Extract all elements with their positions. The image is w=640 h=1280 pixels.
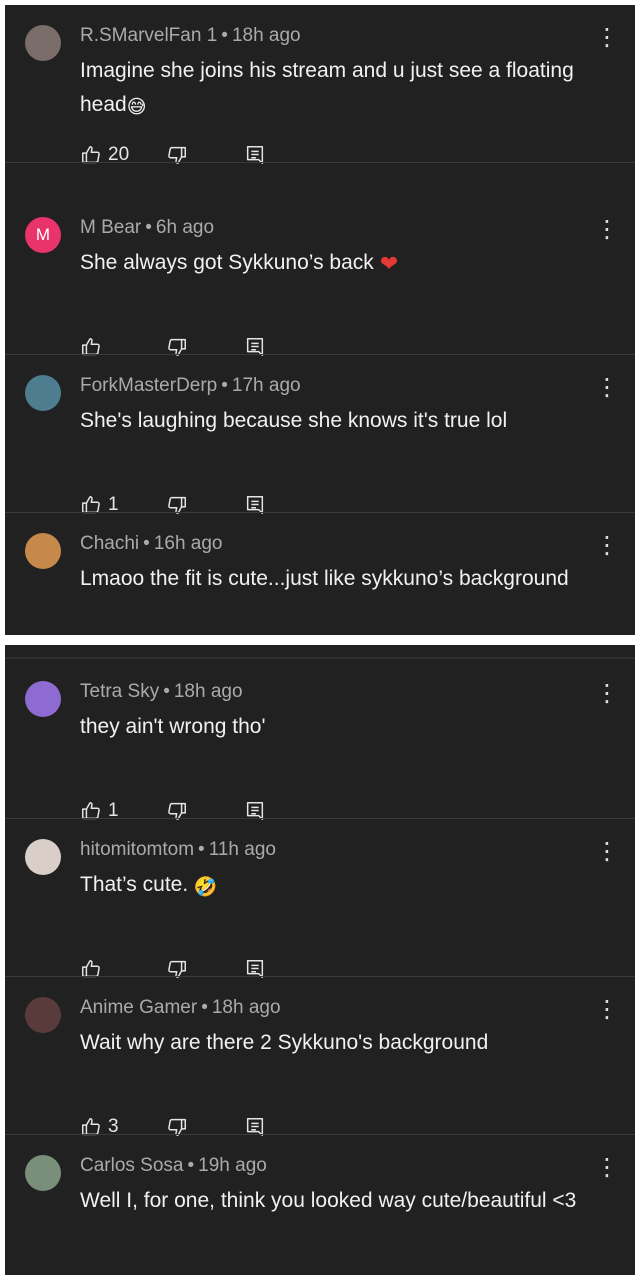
timestamp: 6h ago [155,217,215,238]
author-name[interactable]: ForkMasterDerp [80,375,217,396]
comment-item: hitomitomtom • 11h ago That’s cute. 🤣 ⋮ [5,819,635,978]
comment-meta: Carlos Sosa • 19h ago [80,1155,267,1177]
comment-meta: Anime Gamer • 18h ago [80,997,281,1019]
comment-body: Imagine she joins his stream and u just … [80,59,574,116]
comment-item: Chachi • 16h ago Lmaoo the fit is cute...j… [5,513,635,635]
meta-separator: • [198,839,205,860]
comment-meta: M Bear • 6h ago [80,217,214,239]
comment-text: She always got Sykkuno’s back ❤ [80,246,595,281]
dislike-button[interactable] [166,142,188,168]
comment-item: M M Bear • 6h ago She always got Sykkuno’s… [5,197,635,356]
comments-panel-bottom: Tetra Sky • 18h ago they ain't wrong tho' … [5,645,635,1275]
meta-separator: • [221,25,228,46]
more-vert-icon[interactable]: ⋮ [595,531,619,561]
comment-item: R.SMarvelFan 1 • 18h ago Imagine she joins… [5,5,635,165]
comment-meta: Tetra Sky • 18h ago [80,681,243,703]
avatar[interactable] [25,681,61,717]
comment-text: Well I, for one, think you looked way cu… [80,1184,595,1218]
author-name[interactable]: Tetra Sky [80,681,159,702]
comment-body: She's laughing because she knows it's tr… [80,409,508,432]
more-vert-icon[interactable]: ⋮ [595,995,619,1025]
timestamp: 16h ago [153,533,223,554]
comments-panel-top: R.SMarvelFan 1 • 18h ago Imagine she joins… [5,5,635,635]
comment-meta: R.SMarvelFan 1 • 18h ago [80,25,301,47]
like-button[interactable]: 20 [80,142,129,168]
author-name[interactable]: R.SMarvelFan 1 [80,25,217,46]
comment-text: Imagine she joins his stream and u just … [80,54,595,125]
avatar[interactable] [25,1155,61,1191]
timestamp: 18h ago [211,997,281,1018]
emoji: 🤣 [188,877,218,898]
comment-text: That’s cute. 🤣 [80,868,595,905]
comment-item: Tetra Sky • 18h ago they ain't wrong tho' … [5,661,635,821]
meta-separator: • [221,375,228,396]
author-name[interactable]: Carlos Sosa [80,1155,184,1176]
divider [5,657,635,659]
comment-item: Carlos Sosa • 19h ago Well I, for one, thi… [5,1135,635,1275]
timestamp: 18h ago [173,681,243,702]
divider [5,162,635,163]
avatar[interactable] [25,839,61,875]
emoji: 😅 [126,97,147,118]
avatar[interactable] [25,375,61,411]
more-vert-icon[interactable]: ⋮ [595,215,619,245]
comment-meta: Chachi • 16h ago [80,533,223,555]
avatar[interactable] [25,25,61,61]
comment-text: they ain't wrong tho' [80,710,595,744]
avatar[interactable]: M [25,217,61,253]
comment-item: ForkMasterDerp • 17h ago She's laughing be… [5,355,635,515]
more-vert-icon[interactable]: ⋮ [595,1153,619,1183]
comment-text: She's laughing because she knows it's tr… [80,404,595,438]
author-name[interactable]: M Bear [80,217,141,238]
meta-separator: • [163,681,170,702]
timestamp: 19h ago [198,1155,267,1176]
avatar[interactable] [25,997,61,1033]
comment-body: Wait why are there 2 Sykkuno's backgroun… [80,1031,489,1054]
more-vert-icon[interactable]: ⋮ [595,679,619,709]
author-name[interactable]: hitomitomtom [80,839,194,860]
avatar[interactable] [25,533,61,569]
reply-button[interactable] [244,142,266,168]
meta-separator: • [145,217,152,238]
comment-meta: hitomitomtom • 11h ago [80,839,276,861]
timestamp: 17h ago [231,375,301,396]
emoji: ❤ [373,251,399,276]
comment-body: Lmaoo the fit is cute...just like sykkun… [80,567,569,590]
comment-actions: 20 [80,142,280,168]
timestamp: 11h ago [208,839,276,860]
comment-body: She always got Sykkuno’s back [80,251,374,274]
meta-separator: • [187,1155,195,1176]
more-vert-icon[interactable]: ⋮ [595,373,619,403]
author-name[interactable]: Chachi [80,533,139,554]
more-vert-icon[interactable]: ⋮ [595,23,619,53]
comment-meta: ForkMasterDerp • 17h ago [80,375,301,397]
meta-separator: • [201,997,208,1018]
meta-separator: • [143,533,150,554]
author-name[interactable]: Anime Gamer [80,997,197,1018]
comment-body: they ain't wrong tho' [80,715,266,738]
comment-body: That’s cute. [80,873,189,896]
comment-text: Wait why are there 2 Sykkuno's backgroun… [80,1026,595,1060]
more-vert-icon[interactable]: ⋮ [595,837,619,867]
comment-text: Lmaoo the fit is cute...just like sykkun… [80,562,595,596]
timestamp: 18h ago [231,25,301,46]
comment-item: Anime Gamer • 18h ago Wait why are there 2… [5,977,635,1137]
comment-body: Well I, for one, think you looked way cu… [80,1189,577,1212]
